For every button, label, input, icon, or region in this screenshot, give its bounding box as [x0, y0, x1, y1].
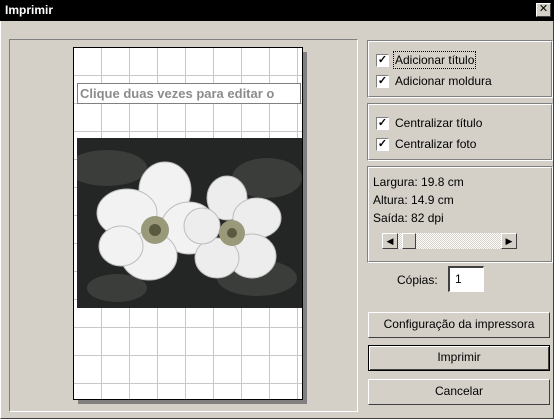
- preview-photo[interactable]: [77, 138, 302, 308]
- scroll-right-button[interactable]: ▶: [501, 233, 517, 249]
- add-title-option[interactable]: ✓ Adicionar título: [376, 51, 477, 69]
- width-text: Largura: 19.8 cm: [373, 175, 464, 189]
- page-shadow-bottom: [78, 400, 307, 404]
- title-edit-field[interactable]: Clique duas vezes para editar o: [77, 83, 301, 104]
- height-text: Altura: 14.9 cm: [373, 193, 454, 207]
- output-dpi-text: Saída: 82 dpi: [373, 211, 444, 225]
- center-photo-option[interactable]: ✓ Centralizar foto: [376, 136, 476, 152]
- center-photo-label: Centralizar foto: [395, 137, 477, 151]
- print-label: Imprimir: [437, 350, 481, 364]
- printer-setup-label: Configuração da impressora: [383, 317, 535, 331]
- copies-input[interactable]: 1: [448, 266, 484, 292]
- page-shadow-right: [303, 52, 307, 401]
- close-icon: ✕: [538, 3, 549, 15]
- add-title-checkbox[interactable]: ✓: [376, 53, 389, 67]
- size-scrollbar[interactable]: ◀ ▶: [381, 232, 518, 250]
- printer-setup-button[interactable]: Configuração da impressora: [368, 312, 550, 338]
- center-photo-checkbox[interactable]: ✓: [376, 137, 389, 151]
- flower-photo-icon: [77, 138, 302, 308]
- title-frame-options-group: ✓ Adicionar título ✓ Adicionar moldura: [367, 40, 553, 98]
- add-title-label: Adicionar título: [392, 51, 477, 69]
- scroll-thumb[interactable]: [402, 233, 416, 249]
- arrow-right-icon: ▶: [505, 236, 513, 246]
- cancel-label: Cancelar: [434, 384, 484, 398]
- center-options-group: ✓ Centralizar título ✓ Centralizar foto: [367, 103, 553, 161]
- scroll-left-button[interactable]: ◀: [382, 233, 398, 249]
- close-button[interactable]: ✕: [536, 3, 551, 17]
- center-title-checkbox[interactable]: ✓: [376, 116, 389, 130]
- center-title-option[interactable]: ✓ Centralizar título: [376, 115, 482, 131]
- title-bar: Imprimir ✕: [0, 0, 554, 21]
- size-info-group: Largura: 19.8 cm Altura: 14.9 cm Saída: …: [367, 166, 553, 263]
- window-title: Imprimir: [5, 3, 54, 17]
- preview-page: Clique duas vezes para editar o: [73, 47, 303, 400]
- cancel-button[interactable]: Cancelar: [368, 379, 550, 405]
- arrow-left-icon: ◀: [386, 236, 394, 246]
- center-title-label: Centralizar título: [395, 116, 483, 130]
- add-frame-label: Adicionar moldura: [395, 74, 492, 88]
- print-button[interactable]: Imprimir: [368, 345, 550, 371]
- add-frame-checkbox[interactable]: ✓: [376, 74, 389, 88]
- add-frame-option[interactable]: ✓ Adicionar moldura: [376, 73, 492, 89]
- copies-label: Cópias:: [397, 273, 438, 287]
